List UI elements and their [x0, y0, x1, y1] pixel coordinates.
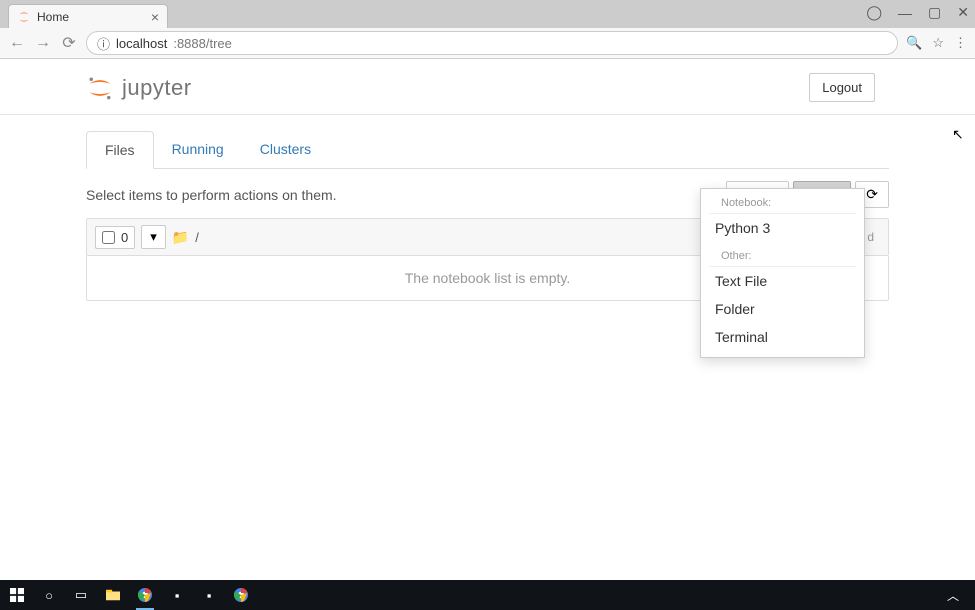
tab-running[interactable]: Running — [154, 131, 242, 168]
window-controls: ◯ — ▢ ✕ — [866, 4, 969, 21]
tab-title: Home — [37, 10, 69, 24]
menu-item-terminal[interactable]: Terminal — [701, 323, 864, 351]
file-explorer-icon[interactable] — [102, 584, 124, 606]
cortana-icon[interactable]: ○ — [38, 584, 60, 606]
task-view-icon[interactable]: ▭ — [70, 584, 92, 606]
url-path: :8888/tree — [173, 36, 232, 51]
maximize-icon[interactable]: ▢ — [928, 4, 941, 21]
addr-right: 🔍 ☆ ⋮ — [906, 35, 967, 51]
jupyter-logo[interactable]: jupyter — [86, 74, 192, 102]
omnibox[interactable]: ⓘ localhost :8888/tree — [86, 31, 898, 55]
jupyter-favicon — [17, 10, 31, 24]
back-icon[interactable]: ← — [8, 34, 26, 52]
user-avatar-icon[interactable]: ◯ — [866, 4, 882, 21]
jupyter-brand-text: jupyter — [122, 75, 192, 101]
jupyter-header: jupyter Logout — [0, 59, 975, 115]
site-info-icon[interactable]: ⓘ — [97, 34, 110, 53]
selected-count: 0 — [121, 230, 128, 245]
selection-hint: Select items to perform actions on them. — [86, 187, 337, 203]
menu-item-python3[interactable]: Python 3 — [701, 214, 864, 242]
url-host: localhost — [116, 36, 167, 51]
browser-chrome: Home × ◯ — ▢ ✕ ← → ⟳ ⓘ localhost :8888/tr… — [0, 0, 975, 59]
menu-dots-icon[interactable]: ⋮ — [954, 35, 967, 51]
dashboard-tabs: Files Running Clusters — [86, 131, 889, 169]
breadcrumb-root[interactable]: / — [195, 230, 199, 245]
minimize-icon[interactable]: — — [898, 5, 912, 21]
select-all-checkbox[interactable] — [102, 231, 115, 244]
close-tab-icon[interactable]: × — [151, 10, 159, 24]
menu-item-folder[interactable]: Folder — [701, 295, 864, 323]
address-bar: ← → ⟳ ⓘ localhost :8888/tree 🔍 ☆ ⋮ — [0, 28, 975, 58]
tab-files[interactable]: Files — [86, 131, 154, 169]
new-dropdown-menu: Notebook: Python 3 Other: Text File Fold… — [700, 188, 865, 358]
tab-clusters[interactable]: Clusters — [242, 131, 329, 168]
bookmark-star-icon[interactable]: ☆ — [932, 35, 944, 51]
select-all-box[interactable]: 0 — [95, 226, 135, 249]
chrome-taskbar-icon-2[interactable] — [230, 584, 252, 606]
select-menu-caret[interactable]: ▾ — [141, 225, 166, 249]
forward-icon[interactable]: → — [34, 34, 52, 52]
zoom-icon[interactable]: 🔍 — [906, 35, 922, 51]
tab-strip: Home × ◯ — ▢ ✕ — [0, 0, 975, 28]
windows-taskbar: ○ ▭ ▪ ▪ ︿ — [0, 580, 975, 610]
terminal-icon[interactable]: ▪ — [166, 584, 188, 606]
last-modified-header: d — [867, 230, 880, 244]
jupyter-logo-icon — [86, 74, 114, 102]
reload-icon[interactable]: ⟳ — [60, 33, 78, 53]
notification-chevron-icon[interactable]: ︿ — [947, 587, 969, 604]
terminal-icon-2[interactable]: ▪ — [198, 584, 220, 606]
logout-button[interactable]: Logout — [809, 73, 875, 102]
menu-item-text-file[interactable]: Text File — [701, 267, 864, 295]
tab-home[interactable]: Home × — [8, 4, 168, 28]
start-button[interactable] — [6, 584, 28, 606]
close-window-icon[interactable]: ✕ — [957, 4, 969, 21]
menu-section-notebook: Notebook: — [709, 195, 856, 214]
chrome-taskbar-icon[interactable] — [134, 584, 156, 606]
folder-icon[interactable]: 📁 — [172, 229, 189, 246]
refresh-icon: ⟳ — [866, 186, 878, 203]
menu-section-other: Other: — [709, 248, 856, 267]
